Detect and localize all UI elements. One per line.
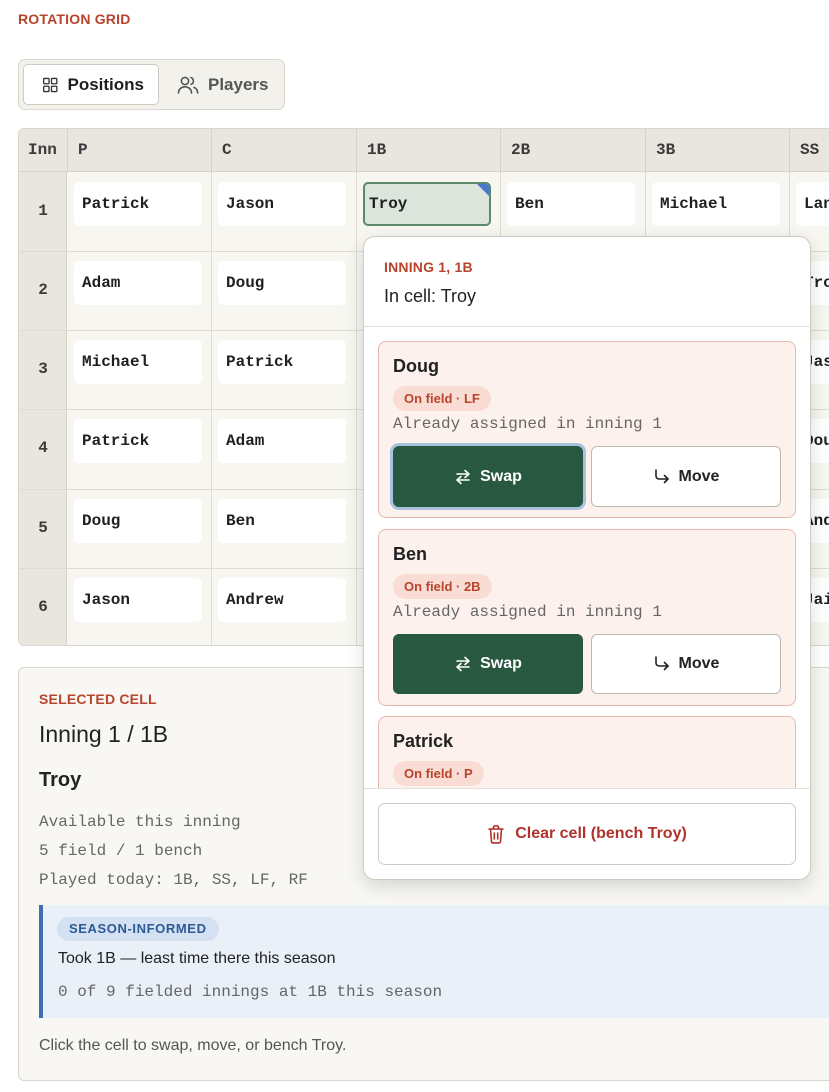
season-reason: Took 1B — least time there this season [58, 950, 336, 967]
cell-edit-popover: INNING 1, 1B In cell: Troy Doug On field… [363, 236, 811, 880]
column-header-p: P [67, 129, 212, 172]
move-button[interactable]: Move [591, 634, 781, 694]
grid-cell-player: Ben [515, 195, 544, 213]
swap-icon [456, 656, 470, 672]
grid-cell-player: Patrick [82, 432, 150, 450]
grid-cell[interactable]: Andrew [218, 578, 346, 622]
candidate-note: Already assigned in inning 1 [393, 415, 662, 433]
section-title: ROTATION GRID [18, 11, 131, 27]
clear-cell-button[interactable]: Clear cell (bench Troy) [378, 803, 796, 865]
swap-button[interactable]: Swap [393, 634, 583, 694]
grid-cell[interactable]: Lan [796, 182, 829, 226]
grid-cell-player: Doug [82, 512, 121, 530]
candidate-name: Patrick [393, 731, 454, 751]
popover-subtitle: In cell: Troy [384, 286, 477, 306]
grid-cell-player: Troy [369, 195, 408, 213]
selected-cell-label: SELECTED CELL [39, 691, 157, 707]
popover-label: INNING 1, 1B [384, 259, 473, 275]
grid-cell[interactable]: Michael [652, 182, 780, 226]
clear-cell-label: Clear cell (bench Troy) [515, 825, 687, 842]
positions-tab-label: Positions [67, 74, 144, 94]
popover-footer: Clear cell (bench Troy) [364, 788, 810, 879]
move-button-label: Move [678, 467, 720, 485]
grid-cell[interactable]: Patrick [74, 419, 202, 463]
season-informed-box: SEASON-INFORMED Took 1B — least time the… [39, 905, 829, 1018]
users-icon [177, 76, 199, 94]
availability-text: Available this inning [39, 813, 241, 831]
grid-cell[interactable]: Adam [218, 419, 346, 463]
selected-player-name: Troy [39, 769, 82, 791]
inning-number: 3 [38, 360, 48, 378]
inning-number: 4 [38, 439, 48, 457]
column-header-3b: 3B [645, 129, 790, 172]
column-header-2b: 2B [500, 129, 645, 172]
candidate-name: Doug [393, 356, 439, 376]
candidate-status-badge: On field · LF [393, 386, 491, 411]
positions-tab[interactable]: Positions [23, 64, 159, 105]
grid-cell-player: Andrew [226, 591, 284, 609]
grid-cell[interactable]: Ben [507, 182, 635, 226]
season-stat: 0 of 9 fielded innings at 1B this season [58, 983, 443, 1001]
season-informed-badge: SEASON-INFORMED [57, 917, 219, 941]
field-bench-split: 5 field / 1 bench [39, 842, 203, 860]
grid-cell-player: Michael [660, 195, 728, 213]
grid-cell[interactable]: Michael [74, 340, 202, 384]
played-today-text: Played today: 1B, SS, LF, RF [39, 871, 308, 889]
grid-cell-selected[interactable]: Troy [363, 182, 491, 226]
candidate-status-badge: On field · 2B [393, 574, 492, 599]
grid-cell-player: Doug [226, 274, 265, 292]
grid-cell-player: Ben [226, 512, 255, 530]
grid-cell[interactable]: Jason [74, 578, 202, 622]
candidate-card: Patrick On field · P [378, 716, 796, 788]
grid-cell[interactable]: Jason [218, 182, 346, 226]
grid-cell-player: Adam [226, 432, 265, 450]
candidate-note: Already assigned in inning 1 [393, 603, 662, 621]
column-header-c: C [211, 129, 356, 172]
view-toggle: Positions Players [18, 59, 285, 110]
grid-cell[interactable]: Ben [218, 499, 346, 543]
swap-icon [456, 469, 470, 484]
column-header-inn: Inn [28, 141, 57, 159]
grid-cell-player: Lan [804, 195, 829, 213]
column-header-1b: 1B [356, 129, 501, 172]
move-button-label: Move [678, 655, 720, 672]
selection-corner-marker [477, 184, 489, 196]
selected-cell-hint: Click the cell to swap, move, or bench T… [39, 1037, 347, 1054]
grid-header: Inn P C 1B 2B 3B SS [19, 129, 829, 172]
corner-down-right-icon [654, 656, 669, 671]
players-tab[interactable]: Players [163, 64, 283, 105]
candidate-status-badge: On field · P [393, 761, 484, 786]
move-button[interactable]: Move [591, 446, 781, 507]
grid-icon [42, 77, 58, 92]
grid-cell[interactable]: Doug [218, 261, 346, 305]
candidate-name: Ben [393, 544, 428, 564]
grid-cell[interactable]: Patrick [218, 340, 346, 384]
popover-header: INNING 1, 1B In cell: Troy [364, 237, 810, 327]
candidate-card: Doug On field · LF Already assigned in i… [378, 341, 796, 518]
grid-cell-player: Michael [82, 353, 150, 371]
swap-button-label: Swap [480, 655, 522, 672]
swap-button[interactable]: Swap [393, 446, 583, 507]
inning-number: 5 [38, 519, 48, 537]
corner-down-right-icon [654, 468, 669, 483]
candidate-list[interactable]: Doug On field · LF Already assigned in i… [364, 327, 810, 788]
candidate-card: Ben On field · 2B Already assigned in in… [378, 529, 796, 706]
grid-cell[interactable]: Doug [74, 499, 202, 543]
trash-icon [488, 825, 504, 844]
selected-cell-title: Inning 1 / 1B [39, 721, 169, 747]
grid-cell-player: Patrick [226, 353, 294, 371]
players-tab-label: Players [208, 74, 269, 94]
inning-number: 1 [38, 202, 48, 220]
grid-cell-player: Jason [82, 591, 131, 609]
grid-cell-player: Patrick [82, 195, 150, 213]
grid-cell-player: Adam [82, 274, 121, 292]
grid-cell-player: Jason [226, 195, 275, 213]
column-header-ss: SS [789, 129, 829, 172]
inning-number: 2 [38, 281, 48, 299]
grid-cell[interactable]: Patrick [74, 182, 202, 226]
inning-number: 6 [38, 598, 48, 616]
swap-button-label: Swap [480, 467, 522, 485]
grid-cell[interactable]: Adam [74, 261, 202, 305]
